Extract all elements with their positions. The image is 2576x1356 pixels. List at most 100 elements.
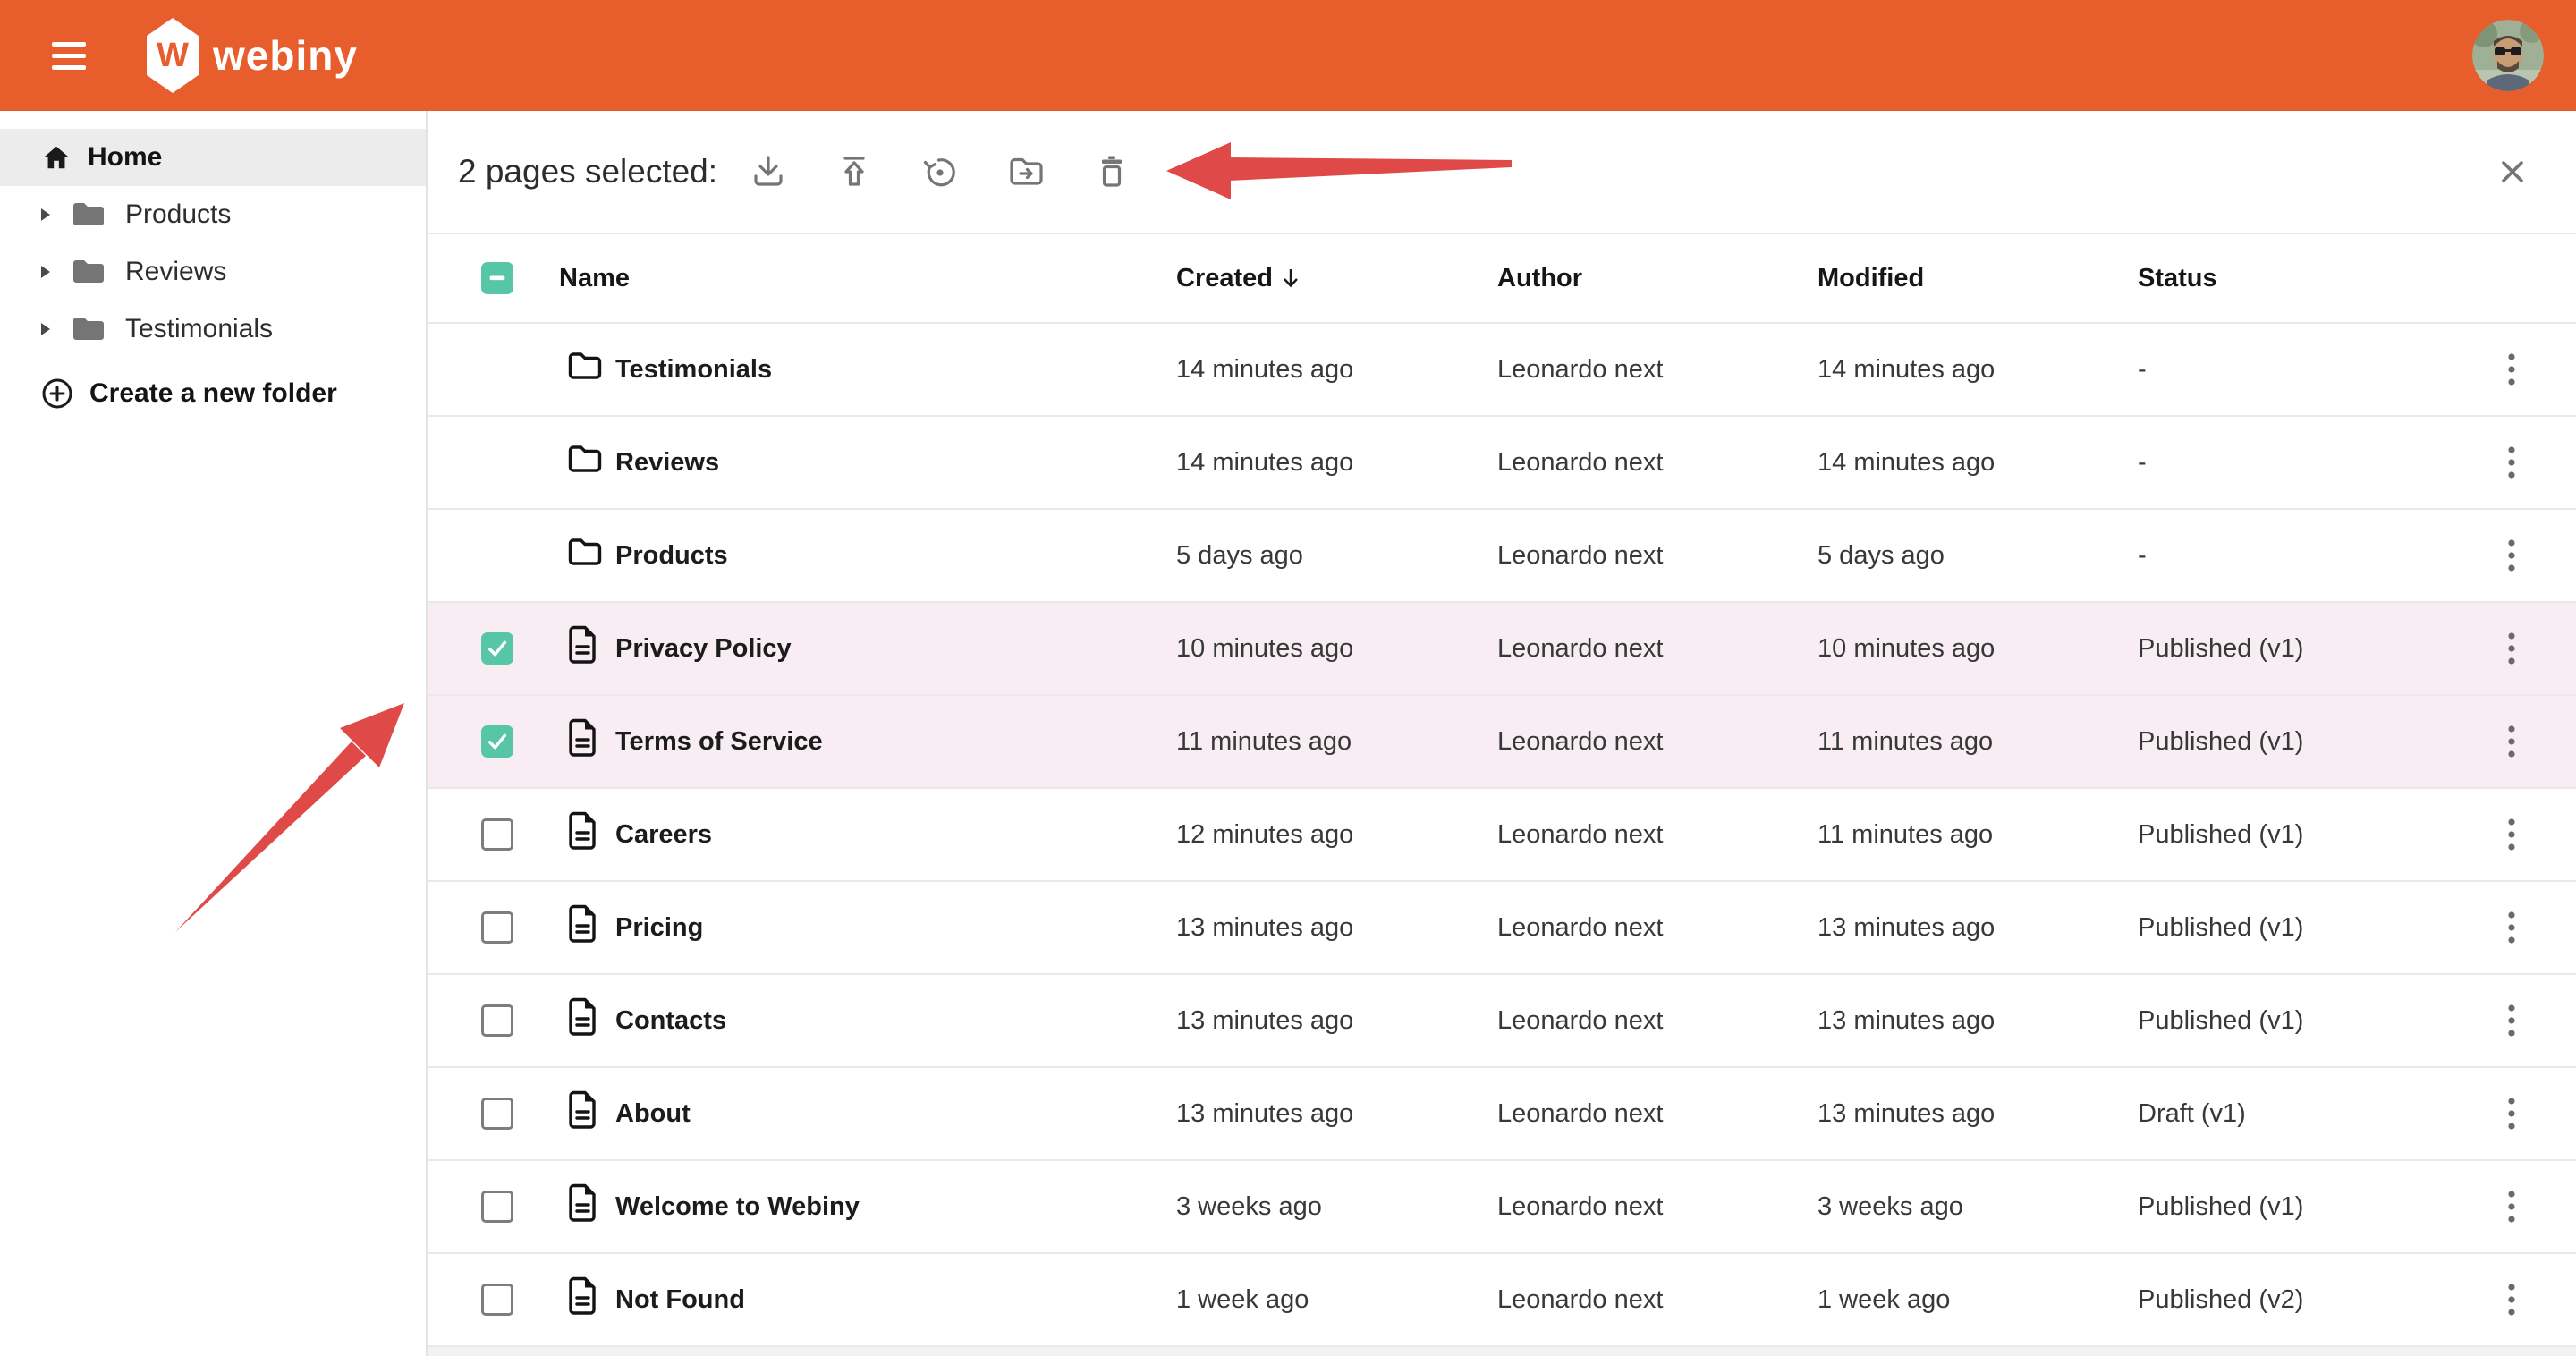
webiny-logo: W webiny bbox=[147, 18, 358, 93]
table-row[interactable]: About 13 minutes ago Leonardo next 13 mi… bbox=[428, 1068, 2576, 1161]
folder-icon bbox=[72, 316, 106, 343]
row-author: Leonardo next bbox=[1497, 1192, 1818, 1222]
row-name: Careers bbox=[597, 820, 1176, 850]
row-menu-button[interactable] bbox=[2492, 1090, 2531, 1137]
table-row[interactable]: Contacts 13 minutes ago Leonardo next 13… bbox=[428, 975, 2576, 1068]
create-folder-label: Create a new folder bbox=[89, 378, 337, 409]
table-row[interactable]: Welcome to Webiny 3 weeks ago Leonardo n… bbox=[428, 1161, 2576, 1254]
sidebar-item-home[interactable]: Home bbox=[0, 129, 426, 186]
move-to-folder-button[interactable] bbox=[1005, 151, 1046, 192]
delete-button[interactable] bbox=[1091, 151, 1132, 192]
row-checkbox[interactable] bbox=[481, 818, 513, 851]
move-to-folder-icon bbox=[1005, 151, 1046, 192]
restore-button[interactable] bbox=[919, 151, 961, 192]
table-row[interactable]: Reviews 14 minutes ago Leonardo next 14 … bbox=[428, 417, 2576, 510]
row-menu-button[interactable] bbox=[2492, 904, 2531, 951]
row-menu-button[interactable] bbox=[2492, 1183, 2531, 1230]
download-button[interactable] bbox=[748, 151, 789, 192]
row-menu-button[interactable] bbox=[2492, 625, 2531, 672]
row-modified: 14 minutes ago bbox=[1818, 448, 2138, 478]
column-header-author[interactable]: Author bbox=[1497, 264, 1818, 293]
row-author: Leonardo next bbox=[1497, 355, 1818, 385]
sidebar-item-testimonials[interactable]: Testimonials bbox=[0, 301, 426, 358]
table-row[interactable]: Careers 12 minutes ago Leonardo next 11 … bbox=[428, 789, 2576, 882]
table-row[interactable]: Pricing 13 minutes ago Leonardo next 13 … bbox=[428, 882, 2576, 975]
row-modified: 13 minutes ago bbox=[1818, 1006, 2138, 1036]
row-modified: 11 minutes ago bbox=[1818, 727, 2138, 757]
row-name: Testimonials bbox=[597, 355, 1176, 385]
row-status: - bbox=[2138, 448, 2449, 478]
row-created: 13 minutes ago bbox=[1176, 1099, 1497, 1129]
row-created: 14 minutes ago bbox=[1176, 448, 1497, 478]
close-selection-button[interactable] bbox=[2492, 151, 2533, 192]
table-row[interactable]: Not Found 1 week ago Leonardo next 1 wee… bbox=[428, 1254, 2576, 1347]
row-author: Leonardo next bbox=[1497, 820, 1818, 850]
document-icon bbox=[567, 1275, 599, 1324]
kebab-menu-icon bbox=[2507, 725, 2516, 759]
sidebar-item-label: Products bbox=[125, 199, 231, 230]
select-all-checkbox[interactable] bbox=[481, 262, 513, 294]
row-created: 13 minutes ago bbox=[1176, 913, 1497, 943]
sidebar-item-products[interactable]: Products bbox=[0, 186, 426, 243]
column-header-created[interactable]: Created bbox=[1176, 264, 1497, 293]
row-menu-button[interactable] bbox=[2492, 532, 2531, 579]
table-row[interactable]: Privacy Policy 10 minutes ago Leonardo n… bbox=[428, 603, 2576, 696]
row-status: Published (v1) bbox=[2138, 634, 2449, 664]
row-menu-button[interactable] bbox=[2492, 997, 2531, 1044]
menu-icon[interactable] bbox=[52, 36, 91, 75]
close-icon bbox=[2496, 155, 2529, 189]
row-author: Leonardo next bbox=[1497, 1099, 1818, 1129]
row-status: Published (v1) bbox=[2138, 913, 2449, 943]
document-icon bbox=[567, 810, 599, 859]
row-created: 11 minutes ago bbox=[1176, 727, 1497, 757]
row-checkbox[interactable] bbox=[481, 632, 513, 665]
row-checkbox[interactable] bbox=[481, 1004, 513, 1037]
row-name: Pricing bbox=[597, 913, 1176, 943]
row-name: Terms of Service bbox=[597, 727, 1176, 757]
webiny-hexagon-icon: W bbox=[147, 18, 199, 93]
chevron-right-icon[interactable] bbox=[39, 322, 52, 336]
folder-icon bbox=[72, 201, 106, 228]
check-icon bbox=[484, 632, 511, 665]
row-checkbox[interactable] bbox=[481, 1098, 513, 1130]
row-checkbox[interactable] bbox=[481, 1284, 513, 1316]
row-status: - bbox=[2138, 355, 2449, 385]
column-header-modified[interactable]: Modified bbox=[1818, 264, 2138, 293]
row-menu-button[interactable] bbox=[2492, 1276, 2531, 1323]
sidebar-item-reviews[interactable]: Reviews bbox=[0, 243, 426, 301]
app-bar: W webiny bbox=[0, 0, 2576, 111]
row-modified: 3 weeks ago bbox=[1818, 1192, 2138, 1222]
row-name: About bbox=[597, 1099, 1176, 1129]
row-menu-button[interactable] bbox=[2492, 346, 2531, 393]
row-created: 12 minutes ago bbox=[1176, 820, 1497, 850]
row-author: Leonardo next bbox=[1497, 541, 1818, 571]
kebab-menu-icon bbox=[2507, 1004, 2516, 1038]
chevron-right-icon[interactable] bbox=[39, 208, 52, 222]
row-name: Contacts bbox=[597, 1006, 1176, 1036]
selection-count-text: 2 pages selected: bbox=[458, 153, 717, 191]
column-header-status[interactable]: Status bbox=[2138, 264, 2449, 293]
row-status: Published (v2) bbox=[2138, 1285, 2449, 1315]
next-row-edge bbox=[428, 1347, 2576, 1356]
row-menu-button[interactable] bbox=[2492, 811, 2531, 858]
row-menu-button[interactable] bbox=[2492, 439, 2531, 486]
table-row[interactable]: Products 5 days ago Leonardo next 5 days… bbox=[428, 510, 2576, 603]
row-status: - bbox=[2138, 541, 2449, 571]
row-status: Draft (v1) bbox=[2138, 1099, 2449, 1129]
chevron-right-icon[interactable] bbox=[39, 265, 52, 279]
user-avatar[interactable] bbox=[2472, 20, 2544, 91]
row-checkbox[interactable] bbox=[481, 725, 513, 758]
publish-button[interactable] bbox=[834, 151, 875, 192]
row-menu-button[interactable] bbox=[2492, 718, 2531, 765]
table-row[interactable]: Terms of Service 11 minutes ago Leonardo… bbox=[428, 696, 2576, 789]
row-name: Not Found bbox=[597, 1285, 1176, 1315]
create-new-folder-button[interactable]: Create a new folder bbox=[0, 365, 426, 422]
table-row[interactable]: Testimonials 14 minutes ago Leonardo nex… bbox=[428, 324, 2576, 417]
column-header-name[interactable]: Name bbox=[535, 264, 1176, 293]
row-checkbox[interactable] bbox=[481, 911, 513, 944]
row-checkbox[interactable] bbox=[481, 1191, 513, 1223]
row-modified: 13 minutes ago bbox=[1818, 1099, 2138, 1129]
document-icon bbox=[567, 624, 599, 673]
sidebar-item-label: Reviews bbox=[125, 257, 226, 287]
restore-icon bbox=[919, 151, 961, 192]
